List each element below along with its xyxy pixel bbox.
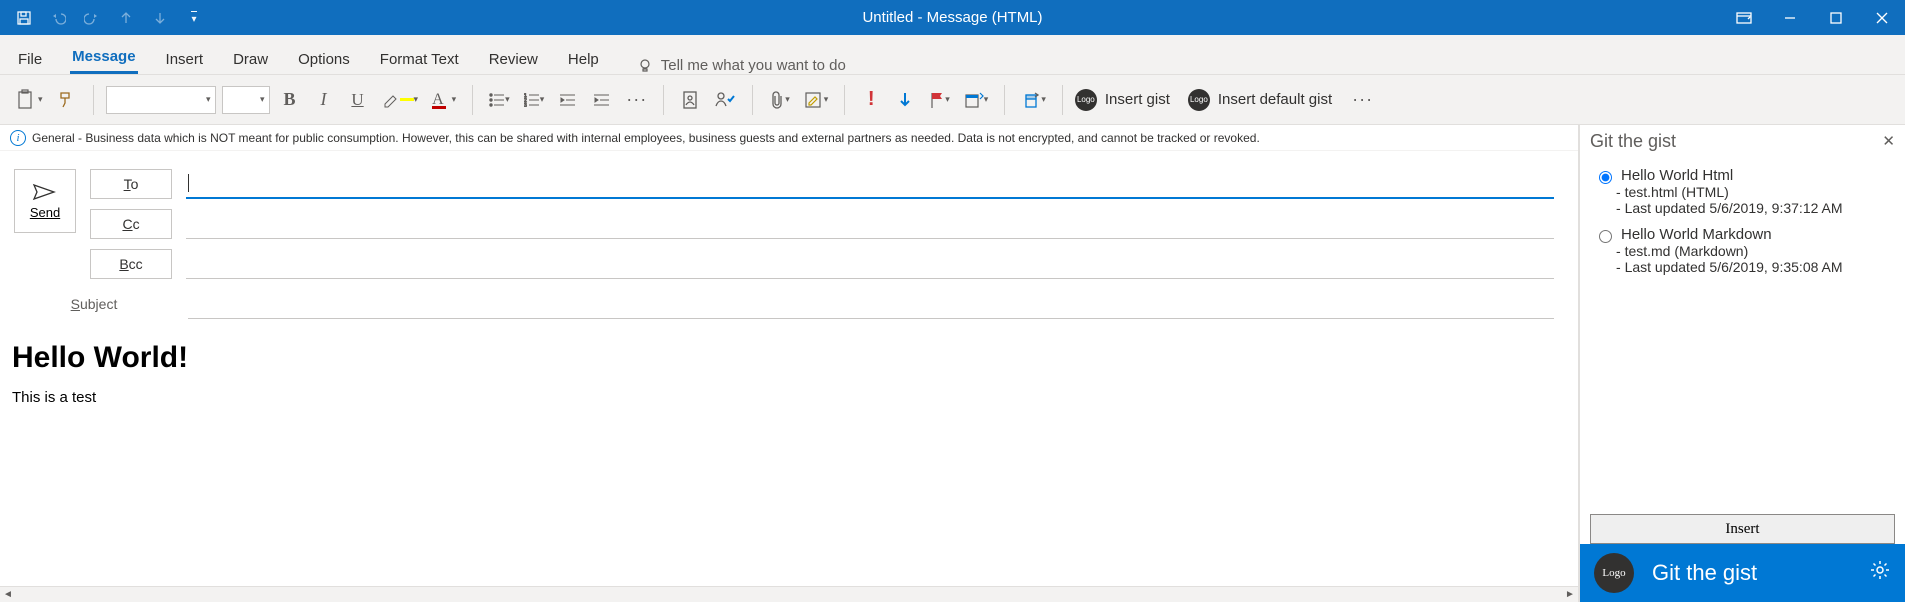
italic-button[interactable]: I — [310, 84, 338, 116]
scroll-right-icon[interactable]: ► — [1562, 589, 1578, 600]
insert-default-gist-button[interactable]: Logo Insert default gist — [1188, 89, 1332, 111]
follow-up-flag-button[interactable]: ▾ — [925, 84, 954, 116]
tab-file[interactable]: File — [16, 43, 44, 74]
cc-button[interactable]: Cc — [90, 209, 172, 239]
logo-icon: Logo — [1075, 89, 1097, 111]
scroll-left-icon[interactable]: ◄ — [0, 589, 16, 600]
window-title: Untitled - Message (HTML) — [862, 9, 1042, 26]
increase-indent-button[interactable] — [588, 84, 616, 116]
attach-file-button[interactable]: ▾ — [765, 84, 794, 116]
format-painter-icon[interactable] — [53, 84, 81, 116]
svg-text:3: 3 — [524, 103, 527, 107]
low-importance-icon[interactable] — [891, 84, 919, 116]
gist-option-0[interactable]: Hello World Html test.html (HTML) Last u… — [1594, 167, 1891, 216]
tab-help[interactable]: Help — [566, 43, 601, 74]
bullets-button[interactable]: ▾ — [485, 84, 514, 116]
subject-label: Subject — [14, 296, 174, 312]
tab-format-text[interactable]: Format Text — [378, 43, 461, 74]
signature-button[interactable]: ▾ — [800, 84, 833, 116]
tab-insert[interactable]: Insert — [164, 43, 206, 74]
more-commands-icon[interactable]: ··· — [1348, 84, 1377, 116]
footer-title: Git the gist — [1652, 560, 1757, 586]
insert-gist-button[interactable]: Logo Insert gist — [1075, 89, 1170, 111]
paste-button[interactable]: ▾ — [12, 84, 47, 116]
ribbon-tabs: File Message Insert Draw Options Format … — [0, 35, 1905, 75]
previous-icon[interactable] — [112, 4, 140, 32]
more-formatting-icon[interactable]: ··· — [622, 84, 651, 116]
subject-field[interactable] — [188, 289, 1554, 319]
tell-me-search[interactable]: Tell me what you want to do — [637, 57, 846, 74]
close-icon[interactable] — [1859, 0, 1905, 35]
task-pane: Git the gist ✕ Hello World Html test.htm… — [1579, 125, 1905, 602]
bold-button[interactable]: B — [276, 84, 304, 116]
settings-gear-icon[interactable] — [1869, 559, 1891, 587]
save-icon[interactable] — [10, 4, 38, 32]
body-paragraph: This is a test — [12, 389, 1566, 406]
body-heading: Hello World! — [12, 341, 1566, 375]
high-importance-icon[interactable]: ! — [857, 84, 885, 116]
gist-option-1[interactable]: Hello World Markdown test.md (Markdown) … — [1594, 226, 1891, 275]
numbering-button[interactable]: 123▾ — [520, 84, 549, 116]
bcc-field[interactable] — [186, 249, 1554, 279]
ribbon-display-icon[interactable] — [1721, 0, 1767, 35]
ribbon: ▾ ▾ ▾ B I U ▾ A▾ ▾ 123▾ ··· ▾ ▾ ! ▾ ▾ ▾ … — [0, 75, 1905, 125]
maximize-icon[interactable] — [1813, 0, 1859, 35]
bcc-button[interactable]: Bcc — [90, 249, 172, 279]
sensitivity-button[interactable]: ▾ — [1017, 84, 1050, 116]
font-size-dropdown[interactable]: ▾ — [222, 86, 270, 114]
tab-draw[interactable]: Draw — [231, 43, 270, 74]
check-names-button[interactable] — [710, 84, 740, 116]
tab-message[interactable]: Message — [70, 40, 137, 74]
info-icon: i — [10, 130, 26, 146]
redo-icon[interactable] — [78, 4, 106, 32]
send-icon — [32, 183, 58, 201]
insert-button[interactable]: Insert — [1590, 514, 1895, 544]
assign-policy-button[interactable]: ▾ — [960, 84, 993, 116]
address-book-button[interactable] — [676, 84, 704, 116]
tab-review[interactable]: Review — [487, 43, 540, 74]
footer-logo-icon: Logo — [1594, 553, 1634, 593]
horizontal-scrollbar[interactable]: ◄ ► — [0, 586, 1578, 602]
minimize-icon[interactable] — [1767, 0, 1813, 35]
undo-icon[interactable] — [44, 4, 72, 32]
next-icon[interactable] — [146, 4, 174, 32]
send-button[interactable]: Send — [14, 169, 76, 233]
pane-close-icon[interactable]: ✕ — [1882, 132, 1895, 151]
qat-customize-icon[interactable]: ▾ — [180, 4, 208, 32]
highlight-button[interactable]: ▾ — [378, 84, 423, 116]
pane-title: Git the gist — [1590, 131, 1676, 152]
underline-button[interactable]: U — [344, 84, 372, 116]
gist-radio-0[interactable] — [1599, 171, 1612, 184]
cc-field[interactable] — [186, 209, 1554, 239]
lightbulb-icon — [637, 58, 653, 74]
message-body[interactable]: Hello World! This is a test — [0, 319, 1578, 586]
decrease-indent-button[interactable] — [554, 84, 582, 116]
font-color-button[interactable]: A▾ — [428, 84, 460, 116]
logo-icon: Logo — [1188, 89, 1210, 111]
tab-options[interactable]: Options — [296, 43, 352, 74]
gist-radio-1[interactable] — [1599, 230, 1612, 243]
font-name-dropdown[interactable]: ▾ — [106, 86, 216, 114]
to-field[interactable] — [186, 169, 1554, 199]
sensitivity-infobar: i General - Business data which is NOT m… — [0, 125, 1578, 151]
to-button[interactable]: To — [90, 169, 172, 199]
